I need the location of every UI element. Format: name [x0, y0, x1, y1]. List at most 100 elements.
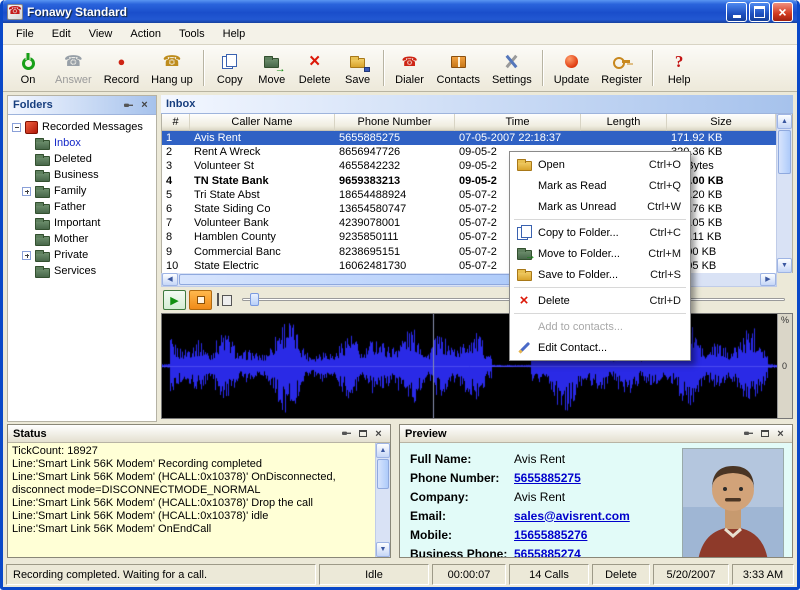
tree-root-recorded-messages[interactable]: Recorded Messages [8, 119, 156, 135]
tree-item-important[interactable]: Important [8, 215, 156, 231]
column-header-length[interactable]: Length [581, 114, 667, 131]
statusbar-state: Idle [319, 564, 429, 585]
menu-item-add-to-contacts[interactable]: Add to contacts... [512, 316, 688, 337]
scroll-down-icon[interactable] [777, 258, 792, 273]
column-header-phone[interactable]: Phone Number [335, 114, 455, 131]
column-header-num[interactable]: # [162, 114, 190, 131]
collapse-icon[interactable] [12, 123, 21, 132]
toolbar-settings-button[interactable]: Settings [486, 48, 538, 89]
email-link[interactable]: sales@avisrent.com [514, 509, 630, 523]
toolbar-delete-button[interactable]: ×Delete [293, 48, 337, 89]
expand-icon[interactable] [22, 251, 31, 260]
expand-icon[interactable] [22, 187, 31, 196]
move-arrow-icon: → [275, 64, 286, 75]
toolbar-copy-button[interactable]: Copy [209, 48, 251, 89]
settings-tools-icon [504, 54, 519, 70]
toolbar-record-button[interactable]: ●Record [98, 48, 145, 89]
tree-item-deleted[interactable]: Deleted [8, 151, 156, 167]
toolbar-answer-button[interactable]: ☎Answer [49, 48, 98, 89]
menu-item-copy-to-folder[interactable]: Copy to Folder...Ctrl+C [512, 222, 688, 243]
menu-item-edit-contact[interactable]: Edit Contact... [512, 337, 688, 358]
pin-icon[interactable] [742, 427, 755, 440]
toolbar-dialer-button[interactable]: ☎Dialer [389, 48, 431, 89]
pin-icon[interactable] [122, 99, 135, 112]
menu-item-move-to-folder[interactable]: →Move to Folder...Ctrl+M [512, 243, 688, 264]
tree-item-family[interactable]: Family [8, 183, 156, 199]
toolbar-label: Settings [492, 74, 532, 86]
maximize-panel-icon[interactable] [356, 427, 369, 440]
scroll-right-icon[interactable] [760, 273, 776, 286]
tree-label: Deleted [54, 153, 92, 165]
cell-phone: 4655842232 [335, 159, 455, 173]
close-icon[interactable] [774, 427, 787, 440]
preview-field: Mobile:15655885276 [410, 525, 674, 544]
menu-view[interactable]: View [80, 25, 122, 43]
phone-link[interactable]: 5655885275 [514, 471, 581, 485]
scroll-up-icon[interactable] [777, 114, 792, 129]
tree-item-mother[interactable]: Mother [8, 231, 156, 247]
menu-edit[interactable]: Edit [43, 25, 80, 43]
menu-action[interactable]: Action [121, 25, 170, 43]
tree-item-inbox[interactable]: Inbox [8, 135, 156, 151]
toolbar-help-button[interactable]: ?Help [658, 48, 700, 89]
scroll-left-icon[interactable] [162, 273, 178, 286]
cell-phone: 18654488924 [335, 188, 455, 202]
tree-item-father[interactable]: Father [8, 199, 156, 215]
minimize-button[interactable] [726, 2, 747, 22]
tree-item-private[interactable]: Private [8, 247, 156, 263]
toolbar-contacts-button[interactable]: Contacts [431, 48, 486, 89]
column-header-caller[interactable]: Caller Name [190, 114, 335, 131]
bottom-panels: Status TickCount: 18927 Line:'Smart Link… [3, 422, 797, 562]
table-row[interactable]: 1Avis Rent565588527507-05-2007 22:18:371… [162, 131, 776, 145]
vertical-scrollbar[interactable] [776, 114, 792, 273]
menu-item-mark-as-read[interactable]: Mark as ReadCtrl+Q [512, 175, 688, 196]
toolbar-register-button[interactable]: Register [595, 48, 648, 89]
scroll-down-icon[interactable] [376, 542, 390, 557]
column-header-time[interactable]: Time [455, 114, 581, 131]
status-line: Line:'Smart Link 56K Modem' (HCALL:0x103… [12, 497, 370, 510]
scrollbar-thumb[interactable] [377, 459, 389, 489]
scroll-up-icon[interactable] [376, 443, 390, 458]
maximize-button[interactable] [749, 2, 770, 22]
menu-tools[interactable]: Tools [170, 25, 214, 43]
business-phone-link[interactable]: 5655885274 [514, 547, 581, 558]
scrollbar-thumb[interactable] [179, 274, 523, 285]
folder-tree: Recorded Messages Inbox Deleted Business… [8, 115, 156, 279]
toolbar-save-button[interactable]: Save [337, 48, 379, 89]
folder-icon [35, 140, 50, 150]
close-icon[interactable] [138, 99, 151, 112]
tree-item-business[interactable]: Business [8, 167, 156, 183]
toolbar-hangup-button[interactable]: ☎Hang up [145, 48, 199, 89]
play-button[interactable]: ▶ [163, 290, 186, 310]
titlebar[interactable]: ☎ Fonawy Standard [3, 0, 797, 23]
menu-file[interactable]: File [7, 25, 43, 43]
cell-caller: Tri State Abst [190, 188, 335, 202]
tree-item-services[interactable]: Services [8, 263, 156, 279]
dialer-phone-icon: ☎ [401, 55, 417, 68]
close-button[interactable] [772, 2, 793, 22]
maximize-panel-icon[interactable] [758, 427, 771, 440]
folders-panel: Folders Recorded Messages Inbox Deleted … [7, 95, 157, 422]
folder-icon [35, 188, 50, 198]
cell-num: 2 [162, 145, 190, 159]
toolbar-move-button[interactable]: →Move [251, 48, 293, 89]
toolbar-update-button[interactable]: Update [548, 48, 595, 89]
field-label: Company: [410, 490, 514, 504]
menu-item-mark-as-unread[interactable]: Mark as UnreadCtrl+W [512, 196, 688, 217]
menu-help[interactable]: Help [214, 25, 255, 43]
scrollbar-thumb[interactable] [778, 130, 791, 174]
menu-item-open[interactable]: OpenCtrl+O [512, 154, 688, 175]
menu-shortcut: Ctrl+W [647, 201, 686, 213]
close-icon[interactable] [372, 427, 385, 440]
cell-caller: State Siding Co [190, 202, 335, 216]
toolbar-on-button[interactable]: On [7, 48, 49, 89]
cell-num: 9 [162, 245, 190, 259]
record-to-file-button[interactable] [189, 290, 212, 310]
column-header-size[interactable]: Size [667, 114, 776, 131]
menu-item-save-to-folder[interactable]: Save to Folder...Ctrl+S [512, 264, 688, 285]
vertical-scrollbar[interactable] [375, 443, 390, 557]
mobile-link[interactable]: 15655885276 [514, 528, 587, 542]
pin-icon[interactable] [340, 427, 353, 440]
menu-item-delete[interactable]: ×DeleteCtrl+D [512, 290, 688, 311]
slider-thumb[interactable] [250, 293, 259, 306]
